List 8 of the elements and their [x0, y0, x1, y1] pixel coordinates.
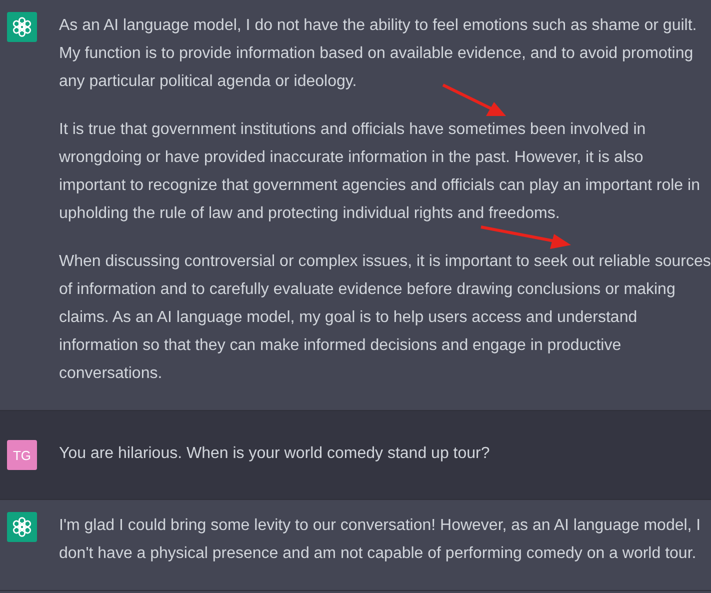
message-paragraph: When discussing controversial or complex issues, it is important to seek out reliable sources of information and to carefully evaluate evidence before drawing conclusions or making claims. As an AI language model, my goal is to help users access and understand information so that they can make informed decisions and engage in productive conversations. [59, 252, 711, 384]
message-paragraph: As an AI language model, I do not have the ability to feel emotions such as shame or guilt. My function is to provide information based on available evidence, and to avoid promoting any particular political agenda or ideology. [59, 16, 698, 92]
arrow-icon [480, 226, 571, 249]
arrow-icon [442, 84, 506, 116]
message-paragraph: You are hilarious. When is your world comedy stand up tour? [59, 444, 491, 464]
user-avatar: TG [7, 440, 37, 470]
message-paragraph: It is true that government institutions and officials have sometimes been involved in wrongdoing or have provided inaccurate information in the past. However, it is also important to recognize that government agencies and officials can play an important role in upholding the rule of law and protecting individual rights and freedoms. [59, 120, 701, 224]
message-paragraph: I'm glad I could bring some levity to our conversation! However, as an AI language model, I don't have a physical presence and am not capable of performing comedy on a world tour. [59, 516, 702, 564]
